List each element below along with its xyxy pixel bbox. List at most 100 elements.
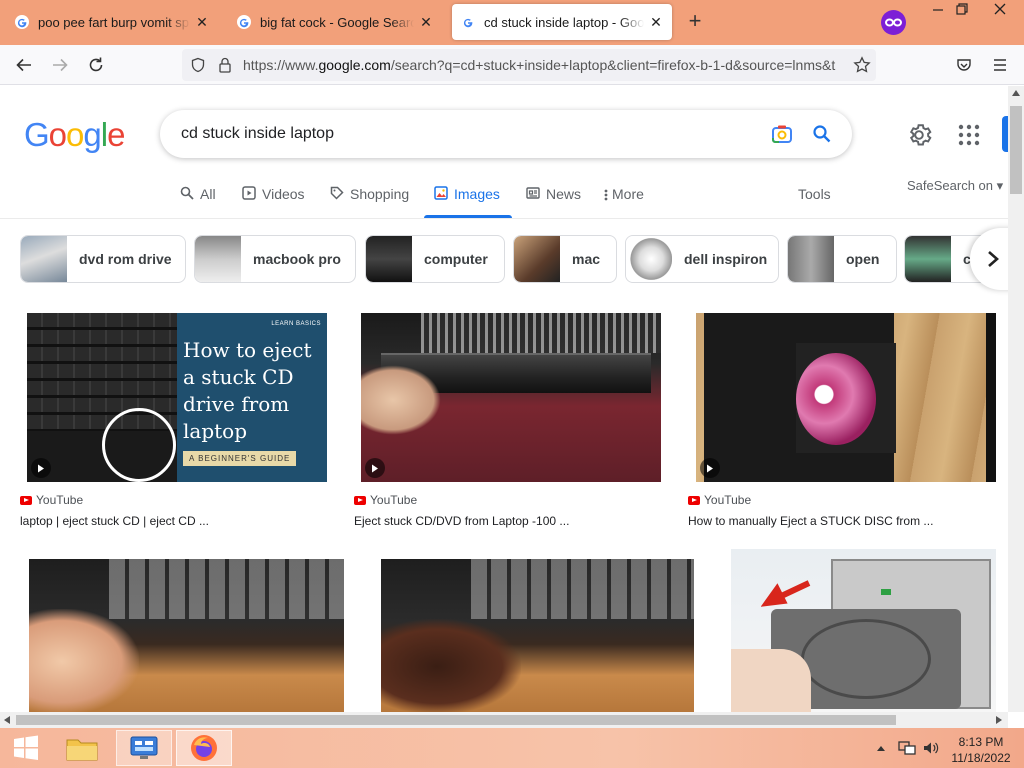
search-query-text[interactable]: cd stuck inside laptop xyxy=(181,125,334,143)
close-tab-icon[interactable]: ✕ xyxy=(418,14,434,31)
camera-lens-icon[interactable] xyxy=(771,123,793,145)
chip-thumbnail xyxy=(788,236,834,282)
youtube-logo-icon xyxy=(20,495,32,505)
search-box[interactable]: cd stuck inside laptop xyxy=(160,110,852,158)
safesearch-toggle[interactable]: SafeSearch on ▾ xyxy=(907,178,1003,194)
search-icon[interactable] xyxy=(812,124,832,144)
arrow-left-icon xyxy=(16,58,31,72)
browser-tab-strip: poo pee fart burp vomit spit - G ✕ big f… xyxy=(0,0,1024,45)
related-search-chip[interactable]: computer xyxy=(365,235,505,283)
url-text[interactable]: https://www.google.com/search?q=cd+stuck… xyxy=(243,57,839,73)
lock-icon[interactable] xyxy=(218,57,232,73)
new-tab-button[interactable]: + xyxy=(683,10,707,34)
related-search-chip[interactable]: dell inspiron xyxy=(625,235,779,283)
reload-button[interactable] xyxy=(82,51,110,79)
private-browsing-mask-icon[interactable] xyxy=(881,10,906,35)
firefox-taskbar-button[interactable] xyxy=(176,730,232,766)
back-button[interactable] xyxy=(10,51,38,79)
system-clock[interactable]: 8:13 PM 11/18/2022 xyxy=(946,734,1016,766)
image-result-thumbnail[interactable] xyxy=(731,549,996,712)
chip-label: dell inspiron xyxy=(684,251,768,267)
result-title[interactable]: How to manually Eject a STUCK DISC from … xyxy=(688,514,933,528)
related-search-chip[interactable]: mac xyxy=(513,235,617,283)
tools-button[interactable]: Tools xyxy=(798,182,831,218)
result-title[interactable]: Eject stuck CD/DVD from Laptop -100 ... xyxy=(354,514,569,528)
safesearch-label: SafeSearch on xyxy=(907,178,994,193)
scroll-right-arrow-icon[interactable] xyxy=(996,716,1002,724)
windows-taskbar: 8:13 PM 11/18/2022 xyxy=(0,728,1024,768)
address-bar[interactable]: https://www.google.com/search?q=cd+stuck… xyxy=(182,49,876,81)
tab-label: All xyxy=(200,186,216,202)
horizontal-scrollbar[interactable] xyxy=(0,712,1008,728)
image-result-thumbnail[interactable] xyxy=(361,313,661,482)
tab-shopping[interactable]: Shopping xyxy=(330,182,409,218)
vertical-scroll-thumb[interactable] xyxy=(1010,106,1022,194)
chip-label: open xyxy=(846,251,880,267)
browser-tab-1[interactable]: poo pee fart burp vomit spit - G ✕ xyxy=(6,4,218,40)
restore-window-button[interactable] xyxy=(945,0,979,24)
result-title[interactable]: laptop | eject stuck CD | eject CD ... xyxy=(20,514,209,528)
header-divider xyxy=(0,218,1008,219)
close-window-button[interactable] xyxy=(983,0,1017,24)
show-hidden-icons-button[interactable] xyxy=(874,730,888,766)
tab-all[interactable]: All xyxy=(180,182,216,218)
source-name: YouTube xyxy=(704,493,752,507)
result-source[interactable]: YouTube xyxy=(20,493,83,507)
pocket-icon xyxy=(957,59,971,71)
image-result-thumbnail[interactable] xyxy=(696,313,996,482)
tab-more[interactable]: More xyxy=(604,182,644,218)
tab-label: Videos xyxy=(262,186,305,202)
video-icon xyxy=(242,186,256,200)
arrow-right-icon xyxy=(53,58,68,72)
tab-videos[interactable]: Videos xyxy=(242,182,305,218)
horizontal-scroll-thumb[interactable] xyxy=(16,715,896,725)
shield-icon[interactable] xyxy=(190,57,206,73)
browser-tab-2[interactable]: big fat cock - Google Search ✕ xyxy=(228,4,442,40)
browser-tab-3-active[interactable]: cd stuck inside laptop - Google ✕ xyxy=(452,4,672,40)
bookmark-star-icon[interactable] xyxy=(853,56,871,74)
related-search-chip[interactable]: dvd rom drive xyxy=(20,235,186,283)
scroll-up-arrow-icon[interactable] xyxy=(1012,90,1020,96)
overlay-tag-text: LEARN BASICS xyxy=(271,321,321,327)
volume-tray-icon[interactable] xyxy=(920,730,942,766)
close-tab-icon[interactable]: ✕ xyxy=(648,14,664,31)
image-result-thumbnail[interactable]: LEARN BASICS How to eject a stuck CD dri… xyxy=(27,313,327,482)
thumbnail-title-panel: LEARN BASICS How to eject a stuck CD dri… xyxy=(177,313,327,482)
tab-label: More xyxy=(612,186,644,202)
forward-button[interactable] xyxy=(46,51,74,79)
tab-news[interactable]: News xyxy=(526,182,581,218)
keyboard-photo xyxy=(27,313,177,482)
play-icon xyxy=(31,458,51,478)
circle-highlight xyxy=(102,408,176,482)
vertical-scrollbar[interactable] xyxy=(1008,86,1024,712)
chevron-right-icon xyxy=(988,251,999,267)
url-path: /search?q=cd+stuck+inside+laptop&client=… xyxy=(390,57,836,73)
red-arrow-icon xyxy=(761,580,811,607)
scroll-left-arrow-icon[interactable] xyxy=(4,716,10,724)
network-tray-icon[interactable] xyxy=(896,730,918,766)
control-panel-taskbar-button[interactable] xyxy=(116,730,172,766)
google-logo[interactable]: Google xyxy=(24,116,125,154)
image-result-thumbnail[interactable] xyxy=(381,559,694,712)
settings-gear-icon[interactable] xyxy=(906,122,932,148)
result-source[interactable]: YouTube xyxy=(354,493,417,507)
file-explorer-taskbar-button[interactable] xyxy=(60,730,104,766)
url-domain: google.com xyxy=(318,57,391,73)
result-source[interactable]: YouTube xyxy=(688,493,751,507)
pocket-button[interactable] xyxy=(950,51,978,79)
navigation-toolbar: https://www.google.com/search?q=cd+stuck… xyxy=(0,45,1024,85)
app-menu-button[interactable] xyxy=(986,51,1014,79)
clock-time: 8:13 PM xyxy=(958,735,1004,749)
hand-photo xyxy=(361,365,441,435)
google-apps-grid-icon[interactable] xyxy=(958,124,980,146)
tab-images[interactable]: Images xyxy=(424,182,512,218)
start-button[interactable] xyxy=(6,730,46,766)
related-search-chip[interactable]: macbook pro xyxy=(194,235,356,283)
browser-tab-title: cd stuck inside laptop - Google xyxy=(484,14,644,30)
logo-letter: G xyxy=(24,116,50,153)
close-tab-icon[interactable]: ✕ xyxy=(194,14,210,31)
image-result-thumbnail[interactable] xyxy=(29,559,344,712)
tab-label: Shopping xyxy=(350,186,410,202)
related-search-chip[interactable]: open xyxy=(787,235,897,283)
search-type-tabs: All Videos Shopping Images News More Too… xyxy=(0,182,1008,218)
